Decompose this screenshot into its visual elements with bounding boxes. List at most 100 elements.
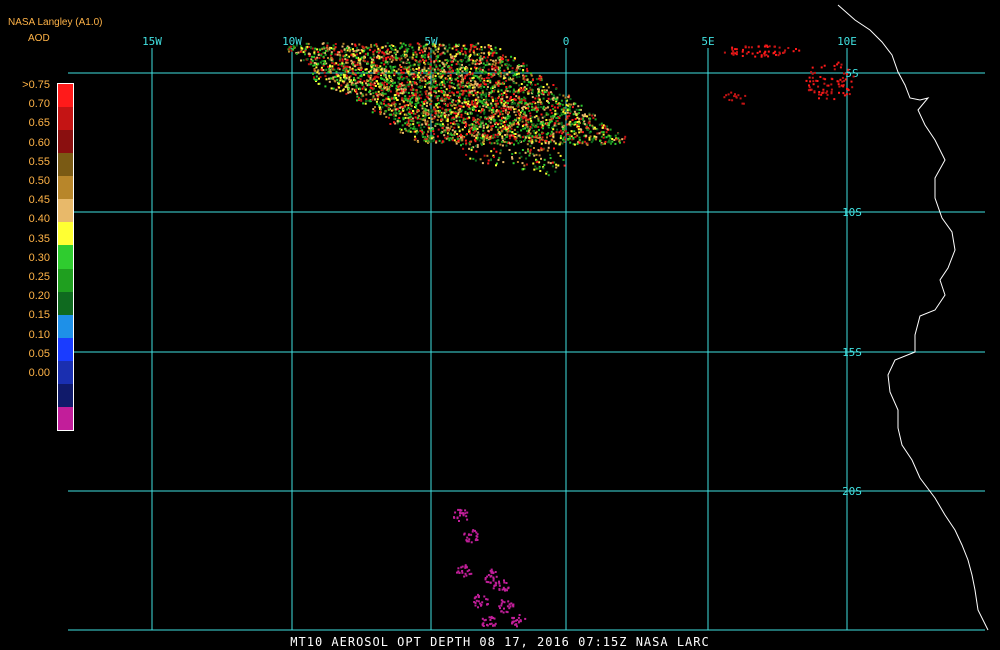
aerosol-pixel (569, 110, 572, 113)
aerosol-pixel (494, 49, 497, 52)
aerosol-pixel (465, 101, 468, 104)
aerosol-pixel (457, 69, 460, 72)
aerosol-pixel (424, 53, 427, 56)
aerosol-pixel (524, 136, 527, 139)
aerosol-pixel (517, 91, 520, 94)
aerosol-pixel (449, 77, 451, 80)
aerosol-pixel (472, 119, 475, 121)
aerosol-pixel (833, 98, 836, 101)
aerosol-pixel (357, 71, 360, 74)
aerosol-pixel (370, 61, 373, 64)
aerosol-pixel (458, 130, 461, 133)
aerosol-pixel (381, 71, 384, 74)
aerosol-pixel (457, 50, 460, 53)
aerosol-pixel (492, 587, 495, 590)
aerosol-pixel (485, 77, 488, 79)
aerosol-pixel (337, 67, 340, 70)
aerosol-pixel (841, 76, 844, 79)
aerosol-pixel (556, 119, 559, 122)
aerosol-pixel (538, 77, 541, 80)
aerosol-pixel (587, 121, 590, 124)
aerosol-pixel (469, 79, 472, 82)
aerosol-pixel (305, 42, 308, 45)
aerosol-pixel (481, 57, 484, 60)
aerosol-pixel (316, 71, 319, 74)
aerosol-pixel (383, 92, 386, 95)
aerosol-pixel (311, 59, 314, 62)
aerosol-pixel (522, 69, 525, 71)
aerosol-pixel (404, 128, 407, 131)
aerosol-pixel (500, 610, 503, 613)
aerosol-pixel (445, 45, 447, 48)
aerosol-pixel (379, 101, 382, 104)
aerosol-pixel (535, 95, 538, 98)
aerosol-pixel (324, 85, 327, 88)
aerosol-pixel (419, 129, 422, 132)
aerosol-pixel (430, 60, 433, 63)
aerosol-pixel (459, 59, 462, 62)
aerosol-pixel (402, 53, 404, 56)
aerosol-pixel (441, 70, 444, 73)
aerosol-pixel (471, 62, 474, 65)
aerosol-pixel (589, 135, 592, 138)
aerosol-pixel (493, 142, 496, 145)
aerosol-pixel (500, 64, 503, 67)
aerosol-pixel (466, 133, 468, 135)
aerosol-pixel (466, 56, 469, 59)
aerosol-pixel (506, 135, 508, 138)
aerosol-pixel (399, 131, 402, 134)
legend-label: 0.05 (28, 347, 50, 360)
aerosol-pixel (456, 571, 458, 574)
aerosol-pixel (365, 72, 368, 75)
aerosol-pixel (393, 117, 396, 120)
aerosol-pixel (504, 89, 507, 92)
aerosol-pixel (384, 104, 387, 107)
aerosol-pixel (847, 89, 850, 92)
aerosol-pixel (540, 147, 543, 150)
aerosol-pixel (383, 74, 386, 77)
aerosol-pixel (398, 88, 400, 91)
aerosol-pixel (529, 145, 532, 148)
aerosol-pixel (377, 51, 380, 54)
aerosol-pixel (520, 98, 523, 100)
aerosol-pixel (308, 54, 311, 57)
aerosol-pixel (423, 85, 426, 88)
aerosol-pixel (365, 98, 368, 101)
aerosol-pixel (437, 90, 440, 93)
aerosol-pixel (554, 113, 557, 116)
aerosol-pixel (553, 147, 555, 150)
aerosol-pixel (333, 49, 336, 52)
aerosol-pixel (451, 129, 454, 132)
aerosol-pixel (518, 119, 521, 122)
aerosol-pixel (342, 73, 345, 76)
grid-label: 10E (837, 35, 857, 48)
aerosol-pixel (585, 125, 588, 128)
aerosol-pixel (447, 114, 450, 117)
aerosol-pixel (741, 50, 744, 53)
aerosol-pixel (343, 48, 346, 51)
aerosol-pixel (519, 140, 522, 143)
aerosol-pixel (412, 123, 415, 126)
aerosol-pixel (372, 55, 375, 58)
aerosol-pixel (836, 80, 839, 83)
aerosol-pixel (508, 135, 511, 137)
aerosol-pixel (499, 126, 502, 129)
aerosol-pixel (427, 77, 430, 80)
aerosol-pixel (375, 64, 378, 67)
aerosol-pixel (341, 80, 344, 83)
aerosol-pixel (466, 69, 468, 72)
aerosol-pixel (492, 73, 495, 76)
aerosol-pixel (334, 80, 337, 83)
aerosol-pixel (501, 95, 504, 98)
aerosol-pixel (532, 123, 535, 126)
aerosol-pixel (308, 52, 311, 55)
aerosol-pixel (345, 65, 348, 68)
aerosol-pixel (521, 120, 524, 123)
aerosol-pixel (470, 123, 473, 126)
aerosol-pixel (356, 63, 359, 66)
aerosol-pixel (760, 55, 763, 58)
aerosol-pixel (412, 88, 415, 91)
aerosol-pixel (525, 119, 528, 122)
aerosol-pixel (468, 71, 471, 74)
aerosol-pixel (490, 102, 493, 105)
